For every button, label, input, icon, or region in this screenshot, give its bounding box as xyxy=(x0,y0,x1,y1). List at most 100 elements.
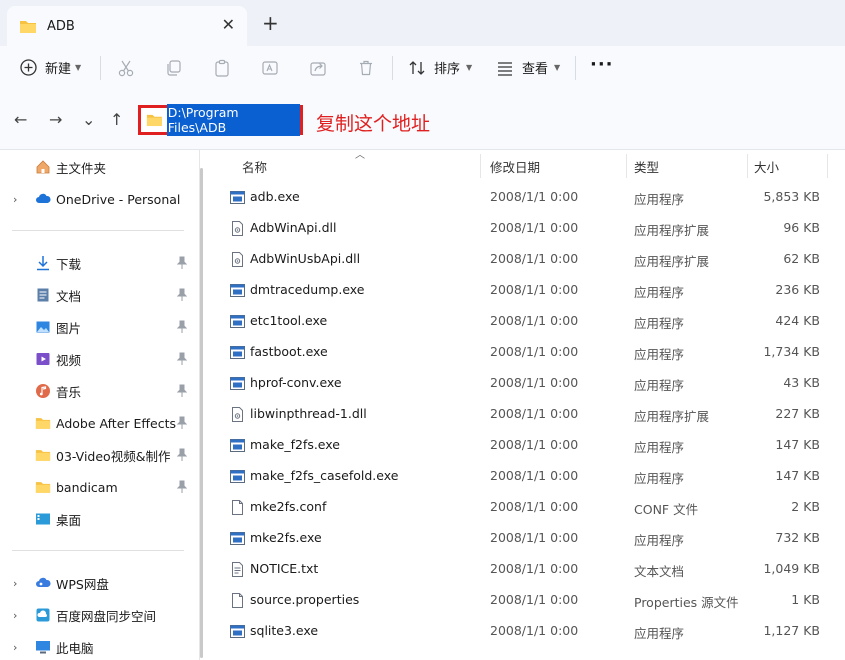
cut-button[interactable] xyxy=(116,58,136,78)
file-row[interactable]: fastboot.exe2008/1/1 0:00应用程序1,734 KB xyxy=(214,337,834,368)
file-modified-date: 2008/1/1 0:00 xyxy=(490,375,578,390)
sidebar-item-downloads[interactable]: 下载 xyxy=(0,251,195,275)
sidebar-item-wps-cloud[interactable]: › WPS网盘 xyxy=(0,571,195,595)
file-size: 62 KB xyxy=(783,251,820,266)
sidebar-item-videos[interactable]: 视频 xyxy=(0,347,195,371)
paste-icon xyxy=(213,59,231,77)
new-button[interactable]: 新建 ▼ xyxy=(20,58,81,77)
file-name: etc1tool.exe xyxy=(250,313,327,328)
sidebar-item-onedrive[interactable]: › OneDrive - Personal xyxy=(0,187,195,211)
delete-button[interactable] xyxy=(356,58,376,78)
application-file-icon xyxy=(230,624,245,639)
file-size: 236 KB xyxy=(775,282,820,297)
file-row[interactable]: mke2fs.exe2008/1/1 0:00应用程序732 KB xyxy=(214,523,834,554)
file-row[interactable]: adb.exe2008/1/1 0:00应用程序5,853 KB xyxy=(214,182,834,213)
sidebar-item-this-pc[interactable]: › 此电脑 xyxy=(0,635,195,659)
toolbar-divider xyxy=(392,56,393,80)
share-button[interactable] xyxy=(308,58,328,78)
column-header-date[interactable]: 修改日期 xyxy=(490,157,540,176)
file-row[interactable]: AdbWinApi.dll2008/1/1 0:00应用程序扩展96 KB xyxy=(214,213,834,244)
sidebar-item-label: 此电脑 xyxy=(56,638,94,657)
file-name: AdbWinApi.dll xyxy=(250,220,337,235)
file-name: make_f2fs.exe xyxy=(250,437,340,452)
column-divider[interactable] xyxy=(480,154,481,178)
sidebar-item-pictures[interactable]: 图片 xyxy=(0,315,195,339)
file-row[interactable]: hprof-conv.exe2008/1/1 0:00应用程序43 KB xyxy=(214,368,834,399)
pin-icon xyxy=(176,352,188,366)
pin-icon xyxy=(176,384,188,398)
sidebar-scrollbar[interactable] xyxy=(200,168,203,658)
file-row[interactable]: etc1tool.exe2008/1/1 0:00应用程序424 KB xyxy=(214,306,834,337)
back-button[interactable]: ← xyxy=(14,111,27,129)
pin-icon xyxy=(176,256,188,270)
sidebar-item-label: 03-Video视频&制作 xyxy=(56,446,170,465)
chevron-right-icon[interactable]: › xyxy=(13,193,17,206)
up-button[interactable]: ↑ xyxy=(110,111,123,129)
sidebar-item-baidu-sync[interactable]: › 百度网盘同步空间 xyxy=(0,603,195,627)
file-type: 应用程序 xyxy=(634,375,684,394)
file-row[interactable]: make_f2fs.exe2008/1/1 0:00应用程序147 KB xyxy=(214,430,834,461)
file-row[interactable]: sqlite3.exe2008/1/1 0:00应用程序1,127 KB xyxy=(214,616,834,647)
column-header-type[interactable]: 类型 xyxy=(634,157,659,176)
dll-file-icon xyxy=(230,252,245,267)
file-row[interactable]: mke2fs.conf2008/1/1 0:00CONF 文件2 KB xyxy=(214,492,834,523)
sort-icon xyxy=(408,59,426,77)
sidebar-item-music[interactable]: 音乐 xyxy=(0,379,195,403)
application-file-icon xyxy=(230,531,245,546)
chevron-right-icon[interactable]: › xyxy=(13,609,17,622)
generic-file-icon xyxy=(230,593,245,608)
chevron-right-icon[interactable]: › xyxy=(13,577,17,590)
sidebar-item-label: WPS网盘 xyxy=(56,574,109,593)
rename-button[interactable] xyxy=(260,58,280,78)
new-tab-button[interactable]: + xyxy=(262,12,279,34)
cloud-icon xyxy=(35,191,51,207)
sidebar-item-video-folder[interactable]: 03-Video视频&制作 xyxy=(0,443,195,467)
address-bar[interactable]: D:\Program Files\ADB xyxy=(138,105,303,135)
column-divider[interactable] xyxy=(626,154,627,178)
column-header-name[interactable]: 名称 xyxy=(242,157,267,176)
column-header-size[interactable]: 大小 xyxy=(754,157,779,176)
sidebar-item-desktop[interactable]: 桌面 xyxy=(0,507,195,531)
application-file-icon xyxy=(230,345,245,360)
file-type: 应用程序 xyxy=(634,623,684,642)
file-row[interactable]: dmtracedump.exe2008/1/1 0:00应用程序236 KB xyxy=(214,275,834,306)
file-name: mke2fs.conf xyxy=(250,499,326,514)
file-type: Properties 源文件 xyxy=(634,592,739,611)
file-size: 5,853 KB xyxy=(763,189,820,204)
forward-button[interactable]: → xyxy=(49,111,62,129)
file-type: 应用程序扩展 xyxy=(634,220,709,239)
file-name: AdbWinUsbApi.dll xyxy=(250,251,360,266)
file-name: mke2fs.exe xyxy=(250,530,322,545)
application-file-icon xyxy=(230,376,245,391)
sort-button[interactable]: 排序 ▼ xyxy=(408,58,472,77)
sidebar-item-bandicam[interactable]: bandicam xyxy=(0,475,195,499)
chevron-right-icon[interactable]: › xyxy=(13,641,17,654)
file-row[interactable]: NOTICE.txt2008/1/1 0:00文本文档1,049 KB xyxy=(214,554,834,585)
more-options-button[interactable]: ··· xyxy=(590,54,614,75)
document-icon xyxy=(35,287,51,303)
address-path-text[interactable]: D:\Program Files\ADB xyxy=(167,104,300,136)
file-row[interactable]: libwinpthread-1.dll2008/1/1 0:00应用程序扩展22… xyxy=(214,399,834,430)
paste-button[interactable] xyxy=(212,58,232,78)
sidebar-item-adobe-after-effects[interactable]: Adobe After Effects xyxy=(0,411,195,435)
file-row[interactable]: make_f2fs_casefold.exe2008/1/1 0:00应用程序1… xyxy=(214,461,834,492)
file-type: 应用程序 xyxy=(634,468,684,487)
copy-address-annotation: 复制这个地址 xyxy=(316,109,430,136)
column-divider[interactable] xyxy=(827,154,828,178)
file-row[interactable]: source.properties2008/1/1 0:00Properties… xyxy=(214,585,834,616)
pin-icon xyxy=(176,480,188,494)
folder-icon xyxy=(35,447,51,463)
close-tab-icon[interactable]: ✕ xyxy=(222,16,235,34)
column-divider[interactable] xyxy=(747,154,748,178)
tab-adb[interactable]: ADB ✕ xyxy=(7,6,247,46)
sidebar-item-documents[interactable]: 文档 xyxy=(0,283,195,307)
recent-locations-button[interactable]: ⌄ xyxy=(82,111,95,129)
file-modified-date: 2008/1/1 0:00 xyxy=(490,499,578,514)
sort-label: 排序 xyxy=(434,58,460,77)
sidebar-item-home[interactable]: 主文件夹 xyxy=(0,155,195,179)
copy-button[interactable] xyxy=(164,58,184,78)
dll-file-icon xyxy=(230,221,245,236)
file-modified-date: 2008/1/1 0:00 xyxy=(490,344,578,359)
view-button[interactable]: 查看 ▼ xyxy=(496,58,560,77)
file-row[interactable]: AdbWinUsbApi.dll2008/1/1 0:00应用程序扩展62 KB xyxy=(214,244,834,275)
